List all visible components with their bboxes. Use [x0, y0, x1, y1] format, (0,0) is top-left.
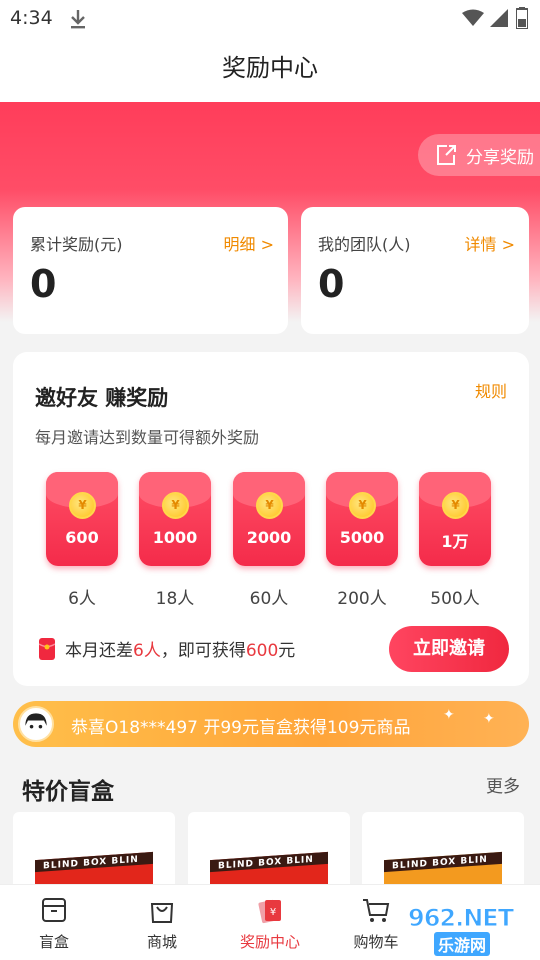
- nav-item-mall[interactable]: 商城: [112, 895, 212, 952]
- sparkle-icon: ✦: [443, 707, 455, 723]
- status-bar: 4:34: [0, 0, 540, 36]
- tier-people: 6人: [68, 589, 96, 609]
- product-card[interactable]: BLIND BOX BLIN: [13, 812, 175, 892]
- page-title: 奖励中心: [222, 54, 318, 82]
- coin-icon: ¥: [256, 492, 283, 519]
- remaining-count: 6人: [133, 641, 161, 661]
- cart-icon: [363, 899, 390, 922]
- reward-tier: ¥ 1000 18人: [139, 472, 213, 609]
- my-team-value: 0: [318, 262, 345, 306]
- rewards-detail-link[interactable]: 明细 >: [224, 231, 275, 255]
- coin-icon: ¥: [162, 492, 189, 519]
- watermark-bottom: 乐游网: [434, 932, 491, 956]
- team-detail-link[interactable]: 详情 >: [465, 231, 516, 255]
- red-envelope-icon: ¥ 5000: [326, 472, 398, 566]
- download-icon: [71, 10, 85, 29]
- reward-tier: ¥ 600 6人: [46, 472, 120, 609]
- red-envelope-icon: ¥: [258, 899, 281, 924]
- cellular-icon: [490, 9, 508, 27]
- tier-amount: 2000: [246, 528, 292, 547]
- status-time: 4:34: [10, 7, 53, 29]
- rules-link[interactable]: 规则: [475, 378, 507, 402]
- reward-tier: ¥ 1万 500人: [419, 472, 493, 609]
- tier-people: 18人: [155, 589, 195, 609]
- nav-item-rewards[interactable]: ¥ 奖励中心: [220, 895, 320, 952]
- invite-tip-text: 本月还差6人，即可获得600元: [65, 641, 296, 661]
- share-rewards-button[interactable]: 分享奖励: [418, 134, 540, 176]
- section-title: 特价盲盒: [22, 779, 114, 805]
- tier-people: 500人: [430, 589, 480, 609]
- tier-amount: 1000: [152, 528, 198, 547]
- nav-item-blind-box[interactable]: 盲盒: [4, 895, 104, 952]
- sparkle-icon: ✦: [483, 711, 495, 727]
- site-watermark: 962.NET 乐游网: [407, 904, 536, 958]
- invite-now-button[interactable]: 立即邀请: [389, 626, 509, 672]
- red-envelope-icon: ¥ 2000: [233, 472, 305, 566]
- section-more-link[interactable]: 更多: [486, 772, 520, 797]
- wifi-icon: [462, 9, 484, 26]
- coin-icon: ¥: [349, 492, 376, 519]
- coin-icon: ¥: [69, 492, 96, 519]
- invite-title: 邀好友 赚奖励: [35, 386, 169, 410]
- marquee-text: 恭喜O18***497 开99元盲盒获得109元商品: [71, 718, 411, 738]
- total-rewards-label: 累计奖励(元): [30, 235, 123, 254]
- share-rewards-label: 分享奖励: [466, 147, 534, 168]
- tier-amount: 600: [65, 528, 99, 547]
- red-envelope-icon: ¥ 1万: [419, 472, 491, 566]
- watermark-top: 962.NET: [407, 904, 514, 933]
- invite-subtitle: 每月邀请达到数量可得额外奖励: [35, 428, 260, 447]
- tier-people: 200人: [337, 589, 387, 609]
- reward-tier: ¥ 5000 200人: [326, 472, 400, 609]
- red-envelope-icon: ¥ 1000: [139, 472, 211, 566]
- reward-tier: ¥ 2000 60人: [233, 472, 307, 609]
- red-envelope-icon: ¥ 600: [46, 472, 118, 566]
- product-card[interactable]: BLIND BOX BLIN: [188, 812, 350, 892]
- nav-label: 奖励中心: [239, 933, 300, 951]
- product-card[interactable]: BLIND BOX BLIN: [362, 812, 524, 892]
- red-packet-icon: [39, 637, 55, 660]
- shopping-bag-icon: [150, 903, 174, 923]
- invite-card: 邀好友 赚奖励 规则 每月邀请达到数量可得额外奖励 ¥ 600 6人 ¥ 100…: [13, 352, 529, 686]
- battery-icon: [516, 7, 528, 29]
- tier-amount: 5000: [339, 528, 385, 547]
- total-rewards-value: 0: [30, 262, 57, 306]
- avatar: [18, 706, 54, 742]
- box-icon: [42, 898, 66, 922]
- nav-label: 盲盒: [38, 933, 69, 951]
- reward-tiers: ¥ 600 6人 ¥ 1000 18人 ¥ 2000 60人 ¥ 5000 20…: [13, 472, 529, 612]
- nav-label: 商城: [146, 933, 177, 951]
- total-rewards-card: 累计奖励(元) 明细 > 0: [13, 207, 288, 334]
- my-team-label: 我的团队(人): [318, 235, 411, 254]
- my-team-card: 我的团队(人) 详情 > 0: [301, 207, 529, 334]
- tier-people: 60人: [249, 589, 289, 609]
- winner-marquee: 恭喜O18***497 开99元盲盒获得109元商品 ✦ ✦: [13, 701, 529, 747]
- coin-icon: ¥: [442, 492, 469, 519]
- app-header: 奖励中心: [0, 36, 540, 102]
- invite-progress-tip: 本月还差6人，即可获得600元: [39, 636, 295, 661]
- share-icon: [437, 145, 456, 165]
- tier-amount: 1万: [441, 532, 469, 551]
- next-reward-amount: 600: [245, 641, 279, 661]
- svg-text:¥: ¥: [270, 907, 276, 918]
